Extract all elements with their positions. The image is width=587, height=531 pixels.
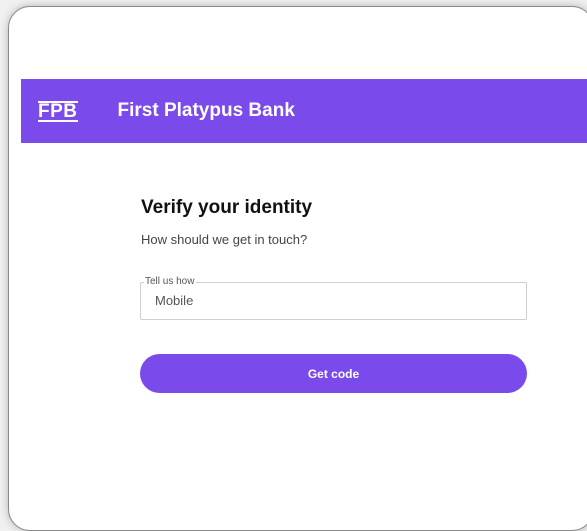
- header-bar: FPB First Platypus Bank: [21, 79, 587, 143]
- contact-method-value: Mobile: [155, 293, 194, 308]
- bank-name: First Platypus Bank: [117, 100, 295, 121]
- bank-logo: FPB: [38, 100, 78, 122]
- page-title: Verify your identity: [141, 197, 313, 218]
- page-subtitle: How should we get in touch?: [141, 232, 308, 247]
- get-code-button[interactable]: Get code: [140, 354, 527, 393]
- contact-method-field[interactable]: Tell us how Mobile: [140, 276, 527, 320]
- contact-method-label: Tell us how: [144, 276, 197, 288]
- app-window: FPB First Platypus Bank Verify your iden…: [8, 6, 587, 531]
